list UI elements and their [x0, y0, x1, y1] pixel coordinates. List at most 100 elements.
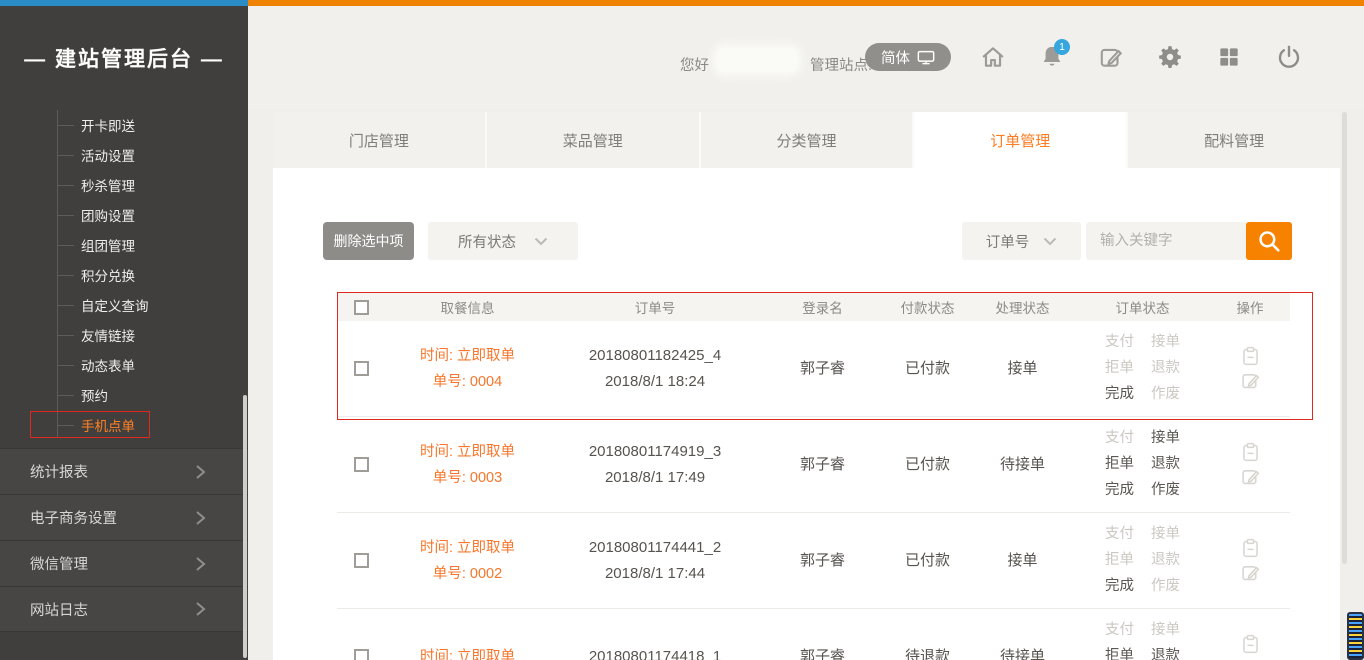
sidebar-item-label: 组团管理 — [81, 235, 135, 255]
login-name: 郭子睿 — [760, 644, 885, 660]
tree-tick — [57, 125, 74, 126]
bell-icon[interactable]: 1 — [1039, 44, 1065, 70]
sidebar-item-activity-settings[interactable]: 活动设置 — [0, 140, 248, 170]
col-pickup-info: 取餐信息 — [385, 297, 550, 317]
sidebar-item-friend-links[interactable]: 友情链接 — [0, 320, 248, 350]
status-link-refund[interactable]: 退款 — [1151, 548, 1180, 573]
orders-table: 取餐信息 订单号 登录名 付款状态 处理状态 订单状态 操作 时间: 立即取单单… — [337, 293, 1290, 660]
row-checkbox[interactable] — [354, 553, 369, 568]
sidebar-item-flash-sale[interactable]: 秒杀管理 — [0, 170, 248, 200]
status-link-refund[interactable]: 退款 — [1151, 356, 1180, 381]
notification-badge: 1 — [1054, 39, 1070, 55]
col-login-name: 登录名 — [760, 297, 885, 317]
col-order-no: 订单号 — [550, 297, 760, 317]
pickup-info: 时间: 立即取单单号: 0003 — [385, 439, 550, 491]
section-label: 微信管理 — [30, 553, 88, 574]
status-link-refund[interactable]: 退款 — [1151, 452, 1180, 477]
sidebar-item-ecommerce-settings[interactable]: 电子商务设置 — [0, 494, 248, 540]
sidebar-item-site-logs[interactable]: 网站日志 — [0, 586, 248, 632]
row-checkbox[interactable] — [354, 361, 369, 376]
status-link-complete[interactable]: 完成 — [1105, 478, 1134, 503]
delete-selected-button[interactable]: 删除选中项 — [323, 222, 414, 260]
sidebar-item-custom-query[interactable]: 自定义查询 — [0, 290, 248, 320]
status-link-accept[interactable]: 接单 — [1151, 426, 1180, 451]
tab-category-manage[interactable]: 分类管理 — [701, 112, 915, 168]
table-row: 时间: 立即取单单号: 0004 20180801182425_42018/8/… — [337, 321, 1290, 417]
sidebar-item-label: 活动设置 — [81, 145, 135, 165]
section-label: 网站日志 — [30, 599, 88, 620]
col-process-status: 处理状态 — [970, 297, 1075, 317]
row-actions — [1210, 538, 1290, 583]
sidebar-item-open-card-gift[interactable]: 开卡即送 — [0, 110, 248, 140]
gear-icon[interactable] — [1157, 44, 1183, 70]
corner-widget — [1347, 612, 1364, 660]
clipboard-icon[interactable] — [1240, 442, 1261, 463]
row-checkbox[interactable] — [354, 649, 369, 660]
edit-row-icon[interactable] — [1240, 466, 1261, 487]
status-link-complete[interactable]: 完成 — [1105, 382, 1134, 407]
status-link-accept[interactable]: 接单 — [1151, 330, 1180, 355]
search-field-dropdown[interactable]: 订单号 — [962, 222, 1081, 260]
sidebar-item-reservation[interactable]: 预约 — [0, 380, 248, 410]
status-link-void[interactable]: 作废 — [1151, 382, 1180, 407]
home-icon[interactable] — [980, 44, 1006, 70]
language-site-button[interactable]: 简体 — [865, 43, 951, 71]
sidebar-item-statistics-reports[interactable]: 统计报表 — [0, 448, 248, 494]
power-icon[interactable] — [1276, 44, 1302, 70]
tab-store-manage[interactable]: 门店管理 — [273, 112, 487, 168]
sidebar-item-wechat-manage[interactable]: 微信管理 — [0, 540, 248, 586]
status-link-pay[interactable]: 支付 — [1105, 522, 1134, 547]
sidebar-scrollbar[interactable] — [243, 395, 247, 658]
table-row: 时间: 立即取单单号: 0003 20180801174919_32018/8/… — [337, 417, 1290, 513]
chevron-right-icon — [195, 556, 206, 572]
status-link-accept[interactable]: 接单 — [1151, 618, 1180, 643]
sidebar-item-team-manage[interactable]: 组团管理 — [0, 230, 248, 260]
sidebar-sections: 统计报表 电子商务设置 微信管理 网站日志 — [0, 448, 248, 632]
section-label: 电子商务设置 — [30, 507, 117, 528]
chevron-right-icon — [195, 464, 206, 480]
pay-status: 已付款 — [885, 356, 970, 382]
status-link-accept[interactable]: 接单 — [1151, 522, 1180, 547]
clipboard-icon[interactable] — [1240, 346, 1261, 367]
edit-row-icon[interactable] — [1240, 562, 1261, 583]
content-scrollbar[interactable] — [1342, 112, 1347, 564]
tree-tick — [57, 185, 74, 186]
col-actions: 操作 — [1210, 297, 1290, 317]
tab-order-manage[interactable]: 订单管理 — [914, 112, 1128, 168]
status-link-pay[interactable]: 支付 — [1105, 618, 1134, 643]
order-status-actions: 支付 接单 拒单 退款 完成 作废 — [1075, 426, 1210, 503]
edit-icon[interactable] — [1098, 44, 1124, 70]
status-link-pay[interactable]: 支付 — [1105, 426, 1134, 451]
order-manage-panel: 删除选中项 所有状态 订单号 取餐信息 订单号 登录名 付款状态 处理状态 订单… — [273, 168, 1340, 660]
pickup-info: 时间: 立即取单单号: 0002 — [385, 535, 550, 587]
edit-row-icon[interactable] — [1240, 370, 1261, 391]
sidebar-item-dynamic-forms[interactable]: 动态表单 — [0, 350, 248, 380]
clipboard-icon[interactable] — [1240, 634, 1261, 655]
select-all-checkbox[interactable] — [354, 300, 369, 315]
pickup-info: 时间: 立即取单 — [385, 644, 550, 660]
sidebar-item-label: 秒杀管理 — [81, 175, 135, 195]
grid-icon[interactable] — [1216, 44, 1242, 70]
sidebar-item-points-exchange[interactable]: 积分兑换 — [0, 260, 248, 290]
search-input[interactable] — [1086, 222, 1246, 260]
status-link-reject[interactable]: 拒单 — [1105, 548, 1134, 573]
status-link-complete[interactable]: 完成 — [1105, 574, 1134, 599]
status-link-void[interactable]: 作废 — [1151, 574, 1180, 599]
status-link-refund[interactable]: 退款 — [1151, 644, 1180, 660]
active-item-highlight — [30, 411, 150, 438]
status-link-reject[interactable]: 拒单 — [1105, 452, 1134, 477]
status-link-reject[interactable]: 拒单 — [1105, 644, 1134, 660]
sidebar-item-mobile-ordering[interactable]: 手机点单 — [0, 410, 248, 440]
tab-dish-manage[interactable]: 菜品管理 — [487, 112, 701, 168]
row-checkbox[interactable] — [354, 457, 369, 472]
order-status-actions: 支付 接单 拒单 退款 完成 作废 — [1075, 330, 1210, 407]
clipboard-icon[interactable] — [1240, 538, 1261, 559]
status-link-reject[interactable]: 拒单 — [1105, 356, 1134, 381]
status-link-pay[interactable]: 支付 — [1105, 330, 1134, 355]
sidebar-item-group-buy[interactable]: 团购设置 — [0, 200, 248, 230]
status-filter-dropdown[interactable]: 所有状态 — [428, 222, 578, 260]
table-row: 时间: 立即取单单号: 0002 20180801174441_22018/8/… — [337, 513, 1290, 609]
search-button[interactable] — [1246, 222, 1292, 260]
tab-ingredient-manage[interactable]: 配料管理 — [1128, 112, 1340, 168]
status-link-void[interactable]: 作废 — [1151, 478, 1180, 503]
